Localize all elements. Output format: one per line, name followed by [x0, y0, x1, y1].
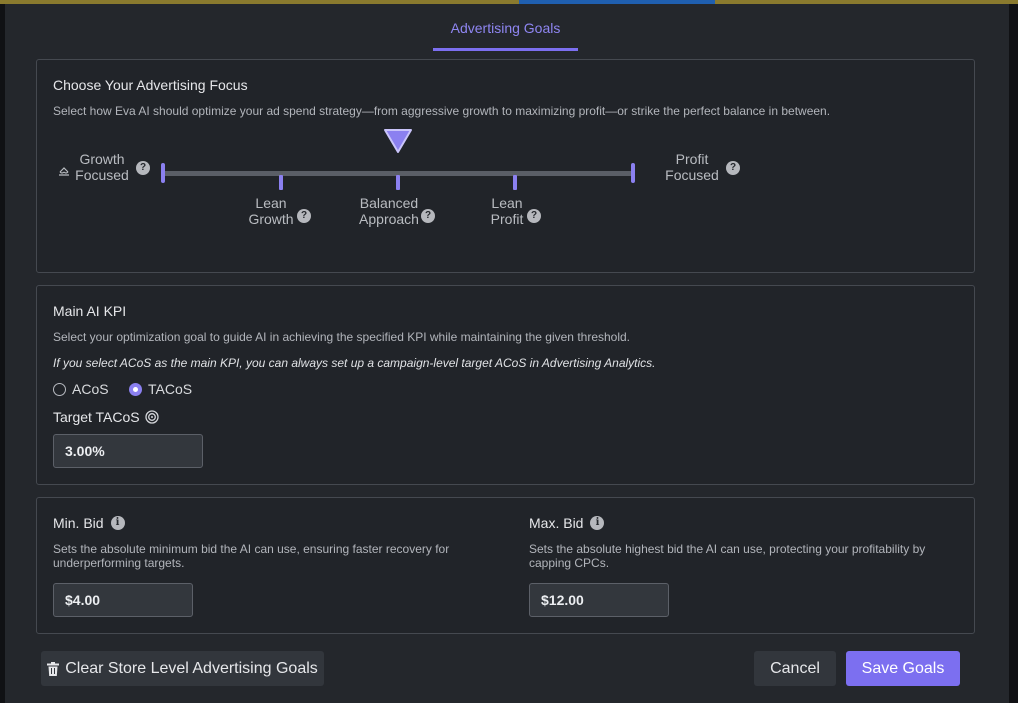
balance-scale-icon	[59, 167, 69, 176]
save-goals-button[interactable]: Save Goals	[846, 651, 960, 686]
slider-tick-lean-profit[interactable]	[513, 175, 517, 190]
radio-circle-selected[interactable]	[129, 382, 142, 396]
radio-tacos[interactable]: TACoS	[129, 381, 192, 397]
lean-profit-label[interactable]: Lean Profit	[483, 195, 531, 227]
kpi-title: Main AI KPI	[53, 303, 127, 319]
help-icon[interactable]: ?	[297, 209, 311, 223]
lean-growth-label[interactable]: Lean Growth	[243, 195, 299, 227]
main-kpi-panel: Main AI KPI Select your optimization goa…	[36, 285, 975, 485]
max-bid-description: Sets the absolute highest bid the AI can…	[529, 542, 926, 570]
kpi-note: If you select ACoS as the main KPI, you …	[53, 356, 656, 370]
help-icon[interactable]: ?	[136, 161, 150, 175]
info-icon[interactable]: i	[590, 516, 605, 530]
help-icon[interactable]: ?	[726, 161, 740, 175]
target-tacos-input[interactable]: 3.00%	[53, 434, 203, 468]
trash-icon	[47, 661, 60, 676]
focus-title: Choose Your Advertising Focus	[53, 77, 248, 93]
slider-end-handle[interactable]	[631, 163, 635, 183]
help-icon[interactable]: ?	[421, 209, 435, 223]
tab-advertising-goals[interactable]: Advertising Goals	[433, 4, 578, 51]
cancel-button[interactable]: Cancel	[754, 651, 836, 686]
min-bid-description: Sets the absolute minimum bid the AI can…	[53, 542, 450, 570]
target-icon	[144, 410, 159, 424]
clear-goals-button[interactable]: Clear Store Level Advertising Goals	[41, 651, 324, 686]
info-icon[interactable]: i	[110, 516, 125, 530]
focus-description: Select how Eva AI should optimize your a…	[53, 104, 831, 118]
radio-acos[interactable]: ACoS	[53, 381, 109, 397]
balanced-approach-label[interactable]: Balanced Approach	[353, 195, 425, 227]
slider-thumb[interactable]	[383, 128, 413, 154]
min-bid-label: Min. Bid i	[53, 515, 125, 531]
target-tacos-label: Target TACoS	[53, 409, 159, 425]
slider-start-handle[interactable]	[161, 163, 165, 183]
slider-tick-lean-growth[interactable]	[279, 175, 283, 190]
bids-panel: Min. Bid i Sets the absolute minimum bid…	[36, 497, 975, 634]
help-icon[interactable]: ?	[527, 209, 541, 223]
advertising-focus-panel: Choose Your Advertising Focus Select how…	[36, 59, 975, 273]
modal-backdrop-right	[1009, 4, 1018, 703]
advertising-goals-modal: Advertising Goals Choose Your Advertisin…	[5, 4, 1009, 703]
min-bid-input[interactable]: $4.00	[53, 583, 193, 617]
slider-tick-balanced[interactable]	[396, 175, 400, 190]
max-bid-input[interactable]: $12.00	[529, 583, 669, 617]
profit-focused-label: Profit Focused	[665, 151, 719, 183]
max-bid-label: Max. Bid i	[529, 515, 605, 531]
kpi-description: Select your optimization goal to guide A…	[53, 330, 631, 344]
growth-focused-label: Growth Focused	[75, 151, 129, 183]
radio-circle[interactable]	[53, 382, 66, 396]
